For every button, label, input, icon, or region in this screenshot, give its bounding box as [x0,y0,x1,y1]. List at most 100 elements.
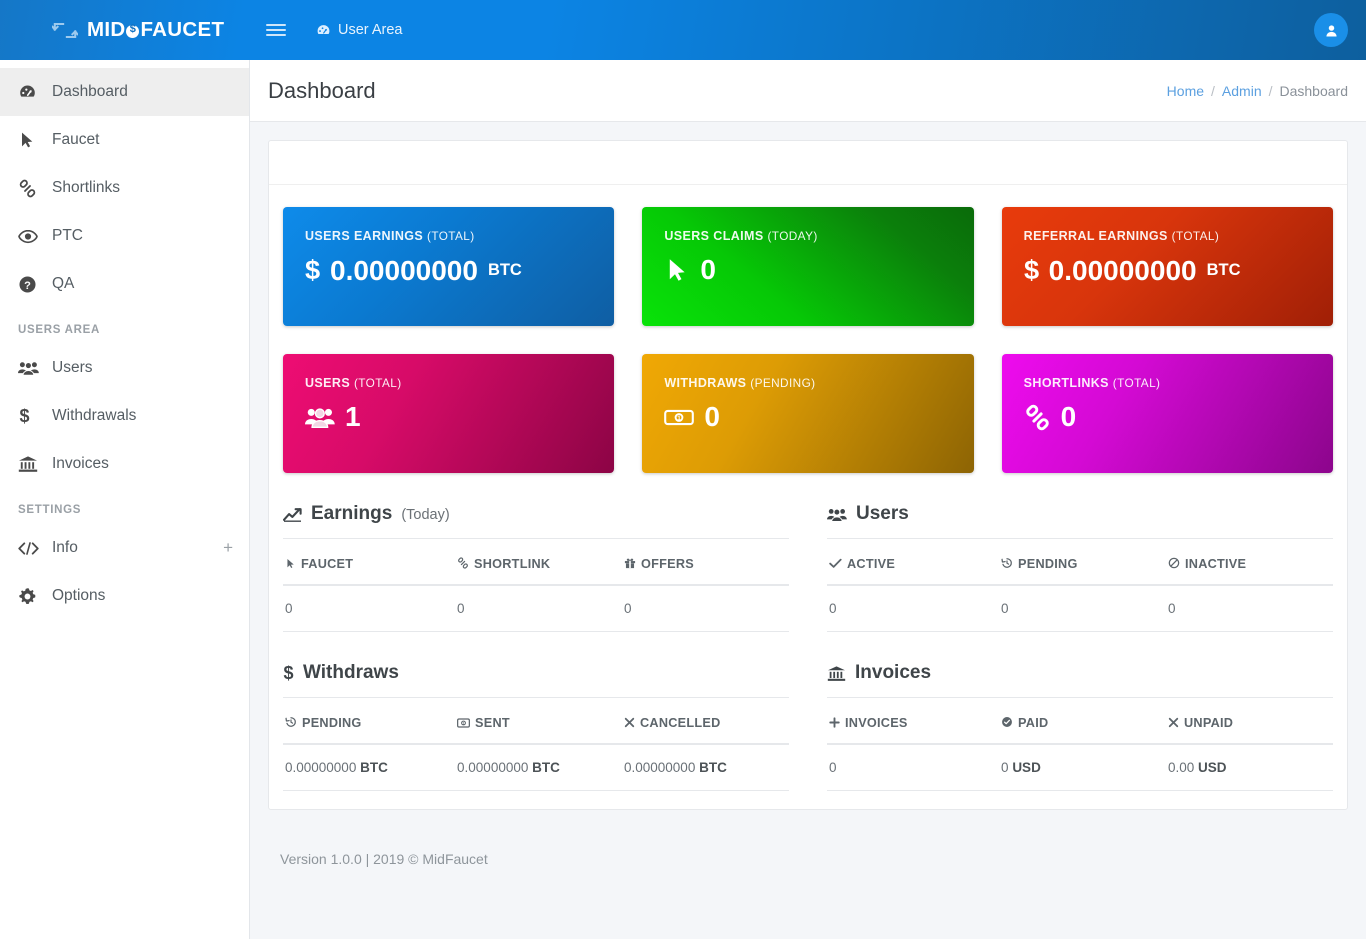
brand-text-suffix: FAUCET [140,18,224,42]
eye-icon [18,229,52,244]
stat-card-users-earnings[interactable]: USERS EARNINGS (TOTAL) $ 0.00000000 BTC [283,207,614,326]
sidebar-item-label: Info [52,539,223,557]
content-body: USERS EARNINGS (TOTAL) $ 0.00000000 BTC … [250,122,1366,828]
cell-pending-value: 0 [999,585,1166,632]
stat-card-shortlinks-total[interactable]: SHORTLINKS (TOTAL) 0 [1002,354,1333,473]
sidebar-item-faucet[interactable]: Faucet [0,116,249,164]
footer-text: Version 1.0.0 | 2019 © MidFaucet [280,851,488,867]
question-circle-icon: ? [18,275,52,294]
cell-offers-value: 0 [622,585,789,632]
bank-icon [18,455,52,473]
invoices-section: Invoices INVOICES [827,662,1333,791]
svg-text:1: 1 [678,415,682,422]
stat-card-users-claims[interactable]: USERS CLAIMS (TODAY) 0 [642,207,973,326]
sidebar-item-label: Shortlinks [52,179,233,197]
earnings-title: Earnings (Today) [283,503,789,538]
sidebar-item-label: QA [52,275,233,293]
column-header-sent: 1 SENT [455,698,622,745]
column-header-label: PENDING [1018,557,1078,571]
stat-card-title-main: USERS CLAIMS [664,229,763,243]
sidebar-item-ptc[interactable]: PTC [0,212,249,260]
link-chain-icon [457,557,469,569]
column-header-label: PENDING [302,716,362,730]
dashboard-panel: USERS EARNINGS (TOTAL) $ 0.00000000 BTC … [268,140,1348,810]
stat-card-grid: USERS EARNINGS (TOTAL) $ 0.00000000 BTC … [283,207,1333,473]
sidebar-item-withdrawals[interactable]: $ Withdrawals [0,392,249,440]
sidebar-item-options[interactable]: Options [0,572,249,620]
column-header-label: PAID [1018,716,1048,730]
stat-card-unit: BTC [488,262,522,279]
stat-card-referral-earnings[interactable]: REFERRAL EARNINGS (TOTAL) $ 0.00000000 B… [1002,207,1333,326]
sidebar-toggle-button[interactable] [250,0,302,60]
stat-card-value-row: $ 0.00000000 BTC [305,256,592,285]
tachometer-icon [316,23,331,38]
gift-icon [624,557,636,569]
table-header-row: ACTIVE PENDING [827,539,1333,586]
sidebar-item-dashboard[interactable]: Dashboard [0,68,249,116]
sidebar-item-label: Dashboard [52,83,233,101]
sidebar-item-info[interactable]: Info + [0,524,249,572]
user-avatar-icon [1324,23,1339,38]
breadcrumb-item-admin[interactable]: Admin [1222,83,1262,99]
brand-text-prefix: MID [87,18,125,42]
cell-faucet-value: 0 [283,585,455,632]
breadcrumb-item-home[interactable]: Home [1167,83,1204,99]
stat-card-value-row: 1 0 [664,403,951,431]
sidebar-item-shortlinks[interactable]: Shortlinks [0,164,249,212]
stat-card-unit: BTC [1207,262,1241,279]
dollar-sign-icon: $ [1024,256,1039,285]
breadcrumb-separator: / [1269,83,1273,99]
withdraws-section: $ Withdraws [283,662,789,791]
stat-card-title-main: USERS EARNINGS [305,229,423,243]
earnings-title-text: Earnings [311,503,392,525]
cell-shortlink-value: 0 [455,585,622,632]
history-clock-icon [1001,557,1013,569]
withdraws-table: PENDING 1 SENT [283,697,789,791]
column-header-active: ACTIVE [827,539,999,586]
stat-card-title-sub: (TOTAL) [354,376,402,390]
avatar[interactable] [1314,13,1348,47]
mouse-pointer-icon [18,131,52,149]
svg-text:$: $ [1024,256,1039,285]
tachometer-icon [18,83,52,102]
stat-card-value: 0.00000000 [330,257,478,285]
stat-card-value-row: $ 0.00000000 BTC [1024,256,1311,285]
nav-item-user-area[interactable]: User Area [302,0,416,60]
column-header-label: INVOICES [845,716,908,730]
bank-icon [827,665,846,682]
sidebar-item-qa[interactable]: ? QA [0,260,249,308]
tables-row-1: Earnings (Today) FAUCET [283,503,1333,632]
brand-text: MID FAUCET [87,18,224,42]
dollar-sign-icon: $ [305,256,320,285]
users-group-icon [18,360,52,376]
plus-icon [829,717,840,728]
column-header-cancelled: CANCELLED [622,698,789,745]
stat-card-title-sub: (PENDING) [750,376,815,390]
column-header-invoices: INVOICES [827,698,999,745]
top-navbar: MID FAUCET User Area [0,0,1366,60]
stat-card-withdraws-pending[interactable]: WITHDRAWS (PENDING) 1 0 [642,354,973,473]
column-header-pending: PENDING [999,539,1166,586]
stat-card-title: REFERRAL EARNINGS (TOTAL) [1024,229,1311,243]
dollar-sign-icon: $ [283,664,294,683]
sidebar-item-invoices[interactable]: Invoices [0,440,249,488]
earnings-table: FAUCET SHORTLINK [283,538,789,632]
cell-unpaid-amount: 0.00 USD [1166,744,1333,791]
sidebar-expand-icon[interactable]: + [223,538,233,558]
stat-card-value: 1 [345,403,361,431]
column-header-offers: OFFERS [622,539,789,586]
table-row: 0.00000000 BTC 0.00000000 BTC 0.00000000… [283,744,789,791]
times-icon [1168,717,1179,728]
brand-logo-link[interactable]: MID FAUCET [0,0,250,60]
stat-card-users-total[interactable]: USERS (TOTAL) [283,354,614,473]
stat-card-title: USERS (TOTAL) [305,376,592,390]
cell-sent-amount: 0.00000000 BTC [455,744,622,791]
stat-card-value: 0 [704,403,720,431]
sidebar-item-users[interactable]: Users [0,344,249,392]
amount-unit: BTC [699,760,727,775]
sidebar-item-label: Invoices [52,455,233,473]
stat-card-value: 0.00000000 [1049,257,1197,285]
stat-card-value: 0 [1061,403,1077,431]
column-header-faucet: FAUCET [283,539,455,586]
stat-card-title-sub: (TOTAL) [1113,376,1161,390]
